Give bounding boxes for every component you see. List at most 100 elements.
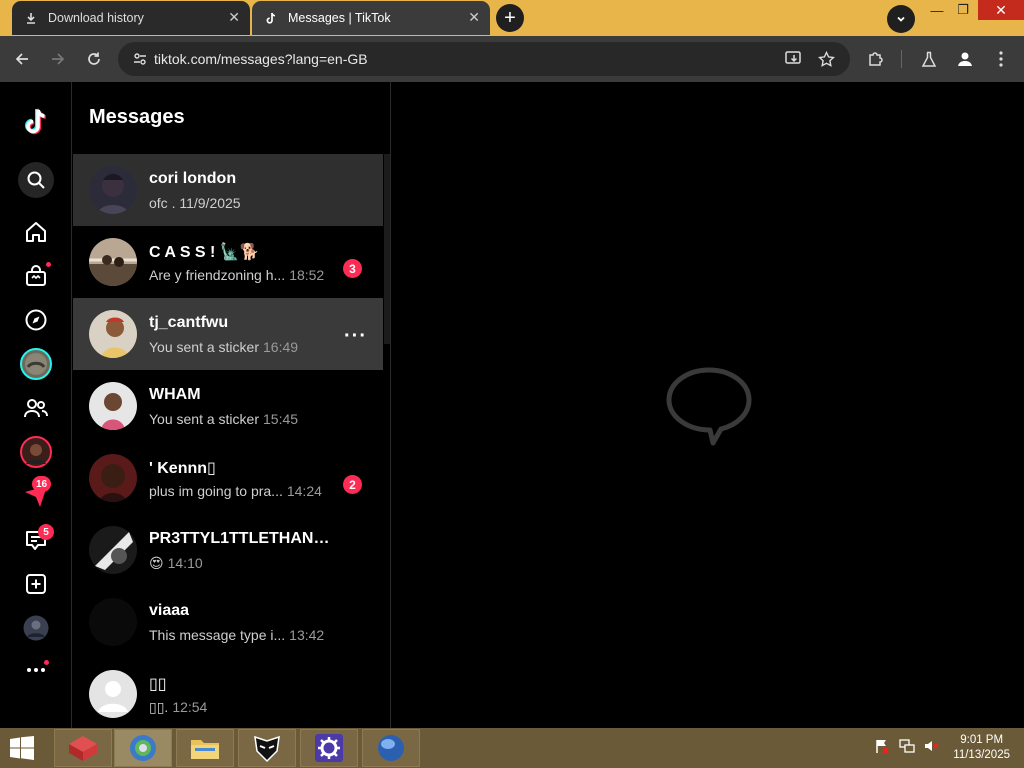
taskbar-clock[interactable]: 9:01 PM 11/13/2025	[953, 733, 1010, 763]
tray-volume-muted-icon[interactable]	[921, 736, 941, 756]
taskbar-app-mask-icon[interactable]	[238, 729, 296, 767]
labs-flask-icon[interactable]	[918, 48, 940, 70]
conversation-preview: ▯▯. 12:54	[149, 699, 208, 715]
avatar	[89, 454, 137, 502]
taskbar-app-globe-icon[interactable]	[362, 729, 420, 767]
live-avatar-icon[interactable]	[18, 346, 54, 382]
bookmark-star-icon[interactable]	[815, 48, 837, 70]
conversation-row[interactable]: tj_cantfwu You sent a sticker 16:49 ···	[73, 298, 383, 370]
close-tab-icon[interactable]: ✕	[228, 10, 240, 24]
browser-menu-dots-icon[interactable]	[990, 48, 1012, 70]
conversation-list: Messages cori london ofc . 11/9/2025 C A…	[73, 82, 391, 728]
profile-avatar-icon[interactable]	[18, 610, 54, 646]
conversation-row[interactable]: WHAM You sent a sticker 15:45	[73, 370, 383, 442]
conversation-preview: This message type i... 13:42	[149, 627, 325, 643]
chat-bubble-icon	[664, 362, 754, 452]
browser-toolbar: tiktok.com/messages?lang=en-GB	[0, 36, 1024, 82]
page-title: Messages	[89, 106, 185, 128]
taskbar-app-settings-gear-icon[interactable]	[300, 729, 358, 767]
tab-messages-tiktok[interactable]: Messages | TikTok ✕	[252, 1, 490, 35]
conversation-row[interactable]: ▯▯ ▯▯. 12:54	[73, 658, 383, 728]
conversation-preview: You sent a sticker 15:45	[149, 411, 299, 427]
tab-title: Messages | TikTok	[288, 11, 391, 25]
unread-badge: 2	[343, 475, 362, 494]
tiktok-messages-page: 16 5 Messages cori london ofc . 11/9/202…	[0, 82, 1024, 728]
clock-time: 9:01 PM	[960, 734, 1004, 746]
conversation-preview: You sent a sticker 16:49	[149, 339, 299, 355]
conversation-row[interactable]: PR3TTYL1TTLETHANG... 😍 14:10	[73, 514, 383, 586]
clock-date: 11/13/2025	[953, 749, 1010, 761]
more-options-icon[interactable]: ···	[344, 325, 367, 348]
compass-icon[interactable]	[18, 302, 54, 338]
friends-icon[interactable]	[18, 390, 54, 426]
reload-icon[interactable]	[83, 48, 105, 70]
shopping-bag-icon[interactable]	[18, 258, 54, 294]
avatar	[89, 598, 137, 646]
conversation-name: C A S S ! 🗽🐕	[149, 244, 260, 261]
avatar	[89, 166, 137, 214]
conversation-preview: 😍 14:10	[149, 555, 203, 571]
toolbar-divider	[901, 50, 902, 68]
tab-download-history[interactable]: Download history ✕	[12, 1, 250, 35]
forward-arrow-icon[interactable]	[47, 48, 69, 70]
conversation-row[interactable]: viaaa This message type i... 13:42	[73, 586, 383, 658]
conversation-row[interactable]: ' Kennn▯ plus im going to pra... 14:24 2	[73, 442, 383, 514]
chat-panel	[392, 82, 1024, 728]
avatar	[89, 670, 137, 718]
tiktok-icon	[264, 11, 278, 25]
messages-badge: 5	[38, 524, 54, 540]
conversation-preview: ofc . 11/9/2025	[149, 195, 241, 211]
window-close-icon[interactable]: ✕	[978, 0, 1024, 20]
left-nav-rail: 16 5	[0, 82, 72, 728]
conversation-name: ▯▯	[149, 676, 167, 693]
address-bar[interactable]: tiktok.com/messages?lang=en-GB	[118, 42, 850, 76]
url-text[interactable]: tiktok.com/messages?lang=en-GB	[154, 51, 368, 67]
avatar	[89, 238, 137, 286]
conversation-preview: plus im going to pra... 14:24	[149, 483, 322, 499]
tray-network-icon[interactable]	[897, 736, 917, 756]
download-icon	[24, 11, 38, 25]
conversation-name: viaaa	[149, 602, 190, 619]
taskbar: 9:01 PM 11/13/2025	[0, 728, 1024, 768]
avatar	[89, 310, 137, 358]
close-tab-icon[interactable]: ✕	[468, 10, 480, 24]
restore-icon[interactable]: ❐	[948, 0, 978, 20]
tiktok-logo-icon[interactable]	[18, 104, 54, 140]
conversation-name: ' Kennn▯	[149, 460, 216, 477]
conversation-preview: Are y friendzoning h... 18:52	[149, 267, 325, 283]
plus-square-icon[interactable]	[18, 566, 54, 602]
send-icon[interactable]: 16	[18, 476, 54, 514]
site-info-icon[interactable]	[128, 47, 152, 71]
notification-dot	[44, 660, 49, 665]
install-app-icon[interactable]	[783, 48, 805, 70]
extensions-puzzle-icon[interactable]	[865, 48, 887, 70]
conversation-name: WHAM	[149, 386, 201, 403]
home-icon[interactable]	[18, 214, 54, 250]
avatar	[89, 526, 137, 574]
tab-title: Download history	[48, 11, 144, 25]
taskbar-app-red-cube-icon[interactable]	[54, 729, 112, 767]
unread-badge: 3	[343, 259, 362, 278]
notification-dot	[46, 262, 51, 267]
avatar-icon[interactable]	[18, 434, 54, 470]
search-icon[interactable]	[18, 162, 54, 198]
conversation-row[interactable]: cori london ofc . 11/9/2025	[73, 154, 383, 226]
conversation-row[interactable]: C A S S ! 🗽🐕 Are y friendzoning h... 18:5…	[73, 226, 383, 298]
taskbar-app-browser-icon[interactable]	[114, 729, 172, 767]
conversation-name: PR3TTYL1TTLETHANG...	[149, 530, 339, 547]
windows-start-icon[interactable]	[8, 736, 38, 760]
avatar	[89, 382, 137, 430]
taskbar-app-folder-icon[interactable]	[176, 729, 234, 767]
profile-person-icon[interactable]	[954, 48, 976, 70]
new-tab-button[interactable]: +	[496, 4, 524, 32]
list-scrollbar[interactable]	[384, 154, 390, 344]
conversation-name: tj_cantfwu	[149, 314, 229, 331]
inbox-icon[interactable]: 5	[18, 522, 54, 558]
back-arrow-icon[interactable]	[11, 48, 33, 70]
activity-badge: 16	[32, 476, 52, 492]
browser-tab-strip: Download history ✕ Messages | TikTok ✕ +…	[0, 0, 1024, 36]
tray-flag-icon[interactable]	[872, 736, 892, 756]
more-dots-icon[interactable]	[18, 652, 54, 688]
tab-search-chevron-icon[interactable]	[887, 5, 915, 33]
conversation-name: cori london	[149, 170, 237, 187]
